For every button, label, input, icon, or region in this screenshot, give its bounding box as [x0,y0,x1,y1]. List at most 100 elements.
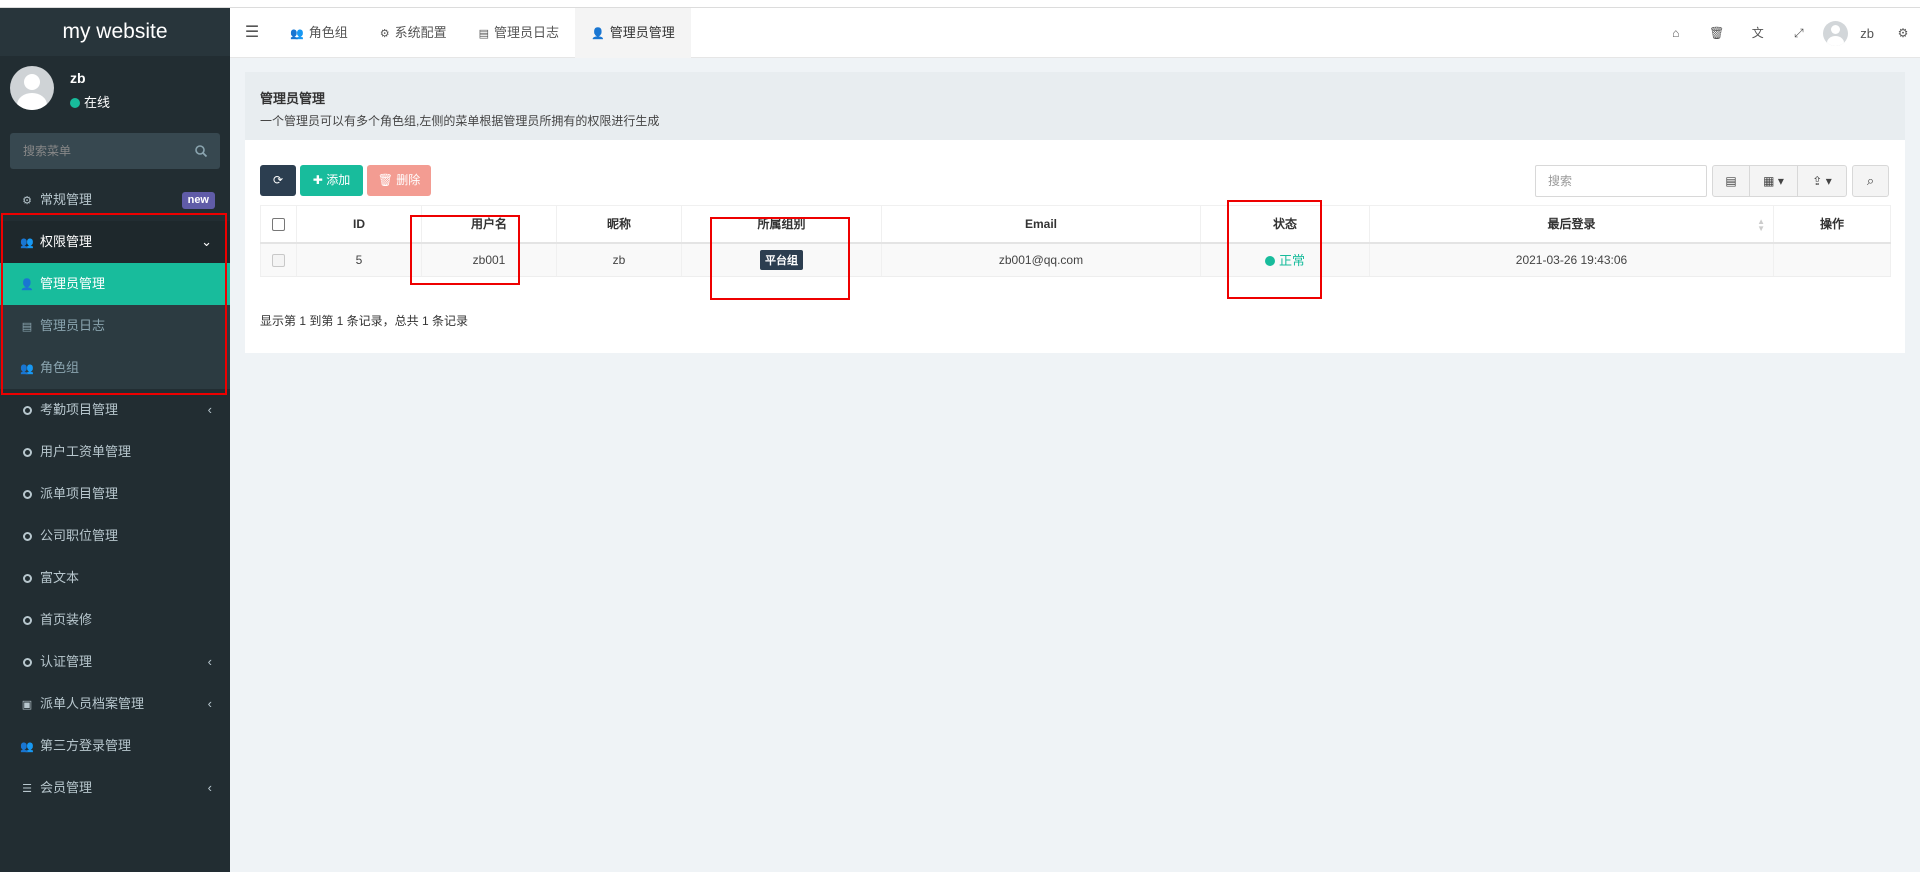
sidebar-item-label: 认证管理 [40,654,93,669]
chevron-left-icon: ‹ [207,780,212,795]
app-logo[interactable]: my website [0,8,230,56]
trash-icon[interactable]: 🗑 [1696,8,1737,58]
cell-id: 5 [296,242,422,277]
menu-toggle-icon[interactable]: ☰ [230,8,274,58]
refresh-icon: ⟳ [272,173,284,187]
status-dot-icon [1264,256,1275,267]
column-header[interactable]: ID [296,205,422,244]
sidebar-item-label: 会员管理 [40,780,93,795]
circle-icon [23,532,32,541]
tab-bar: 👥 角色组 ⚙ 系统配置 ▤ 管理员日志 👤 管理员管理 [274,8,691,58]
sidebar-item-label: 管理员日志 [40,318,106,333]
sidebar-item-label: 管理员管理 [40,276,106,291]
cell-nickname: zb [556,242,682,277]
cell-username: zb001 [421,242,557,277]
new-badge: new [181,192,215,209]
sidebar-item-homepage-decor[interactable]: 首页装修 [0,599,230,641]
sidebar-item-dispatch-project[interactable]: 派单项目管理 [0,473,230,515]
sidebar-item-label: 角色组 [40,360,80,375]
table-row[interactable]: 5 zb001 zb 平台组 zb001@qq.com 正常 2021-03-2… [260,242,1891,277]
sidebar-item-dispatcher-profile[interactable]: ▣ 派单人员档案管理 ‹ [0,683,230,725]
tab-admin[interactable]: 👤 管理员管理 [575,8,691,58]
sidebar-item-label: 富文本 [40,570,80,585]
panel-heading: 管理员管理 一个管理员可以有多个角色组,左侧的菜单根据管理员所拥有的权限进行生成 [245,72,1905,140]
sidebar-item-third-party-login[interactable]: 👥 第三方登录管理 [0,725,230,767]
language-icon[interactable]: 文 [1737,8,1778,58]
columns-icon: ▦ [1763,174,1775,188]
fullscreen-icon[interactable]: ⤢ [1778,8,1819,58]
chevron-down-icon: ⌄ [201,234,212,249]
delete-button-label: 删除 [396,173,421,187]
tab-role-group[interactable]: 👥 角色组 [274,8,364,58]
browser-top-strip [0,0,1920,8]
home-icon[interactable]: ⌂ [1655,8,1696,58]
column-header-label: 最后登录 [1547,217,1596,232]
toggle-view-icon[interactable]: ▤ [1713,166,1750,196]
select-all-cell [260,205,297,244]
column-header[interactable]: Email [881,205,1201,244]
sidebar-item-permission[interactable]: 👥 权限管理 ⌄ [0,221,230,263]
users-icon: 👥 [20,236,34,249]
user-name: zb [70,70,86,86]
pagination-info: 显示第 1 到第 1 条记录，总共 1 条记录 [260,314,469,328]
trash-icon: 🗑 [377,173,397,187]
tab-system-config[interactable]: ⚙ 系统配置 [364,8,463,58]
sidebar-item-general[interactable]: ⚙ 常规管理 new [0,179,230,221]
tab-label: 角色组 [308,25,348,40]
advanced-search-button[interactable]: ⌕ [1852,165,1889,197]
sidebar-item-label: 用户工资单管理 [40,444,132,459]
sidebar-item-admin[interactable]: 👤 管理员管理 [0,263,230,305]
user-panel: zb 在线 [0,56,230,128]
sidebar-item-certification[interactable]: 认证管理 ‹ [0,641,230,683]
list-icon: ☰ [22,782,32,795]
online-dot-icon [70,98,80,108]
column-header[interactable]: 所属组别 [681,205,882,244]
cell-status: 正常 [1200,242,1370,277]
sidebar-item-admin-log[interactable]: ▤ 管理员日志 [0,305,230,347]
sidebar-item-label: 首页装修 [40,612,93,627]
sidebar-item-member[interactable]: ☰ 会员管理 ‹ [0,767,230,809]
chevron-left-icon: ‹ [207,402,212,417]
sidebar-item-payroll[interactable]: 用户工资单管理 [0,431,230,473]
add-button[interactable]: ✚ 添加 [300,165,363,196]
sidebar-item-position[interactable]: 公司职位管理 [0,515,230,557]
refresh-button[interactable]: ⟳ [260,165,296,196]
sidebar-item-role-group[interactable]: 👥 角色组 [0,347,230,389]
row-checkbox[interactable] [272,253,285,267]
user-status: 在线 [70,92,110,111]
column-header[interactable]: 状态 [1200,205,1370,244]
sidebar-item-attendance[interactable]: 考勤项目管理 ‹ [0,389,230,431]
circle-icon [23,448,32,457]
sidebar-item-richtext[interactable]: 富文本 [0,557,230,599]
cell-last-login: 2021-03-26 19:43:06 [1369,242,1774,277]
circle-icon [23,616,32,625]
circle-icon [23,574,32,583]
sidebar-item-label: 常规管理 [40,192,93,207]
search-icon: ⌕ [1866,173,1875,188]
sidebar-search-input[interactable] [10,133,220,169]
sidebar-item-label: 权限管理 [40,234,93,249]
page-title: 管理员管理 [260,91,326,106]
tab-admin-log[interactable]: ▤ 管理员日志 [463,8,575,58]
select-all-checkbox[interactable] [272,217,285,231]
chevron-down-icon: ▾ [1825,174,1832,188]
column-header[interactable]: 昵称 [556,205,682,244]
header-user-menu[interactable]: zb [1819,20,1886,46]
users-icon: 👥 [20,740,34,753]
search-icon[interactable] [194,144,208,158]
add-button-label: 添加 [326,173,351,187]
table-search-input[interactable] [1535,165,1707,197]
export-icon: ⇪ [1812,174,1823,188]
export-dropdown[interactable]: ⇪ ▾ [1798,166,1846,196]
columns-dropdown[interactable]: ▦ ▾ [1750,166,1798,196]
sidebar-item-label: 派单人员档案管理 [40,696,145,711]
delete-button[interactable]: 🗑 删除 [367,165,431,196]
row-select-cell [260,242,297,277]
column-header-sortable[interactable]: 最后登录 ▲ ▼ [1369,205,1774,244]
circle-icon [23,490,32,499]
main-content: 管理员管理 一个管理员可以有多个角色组,左侧的菜单根据管理员所拥有的权限进行生成… [245,72,1905,353]
column-header[interactable]: 用户名 [421,205,557,244]
tab-label: 系统配置 [394,25,447,40]
cogs-icon[interactable]: ⚙ [1886,8,1920,58]
user-icon: 👤 [20,278,34,291]
